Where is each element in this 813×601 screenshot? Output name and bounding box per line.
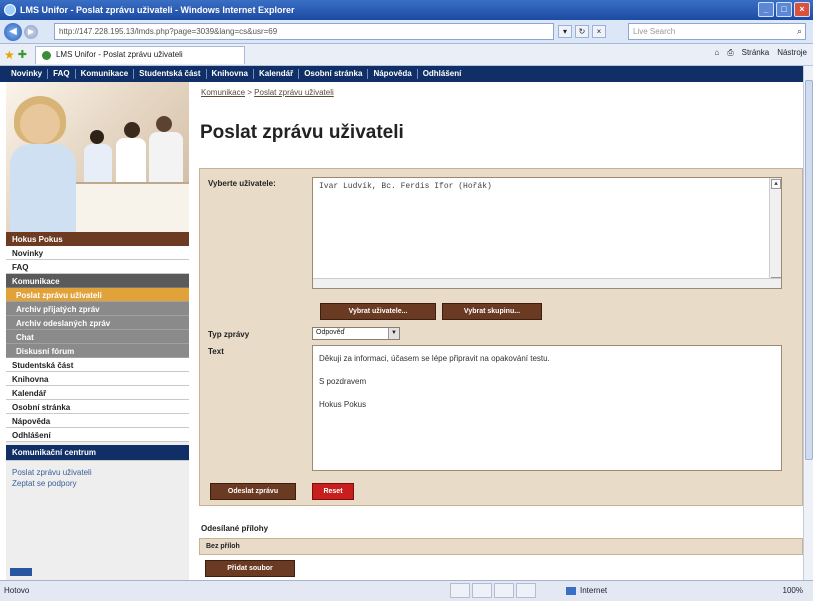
user-name: Hokus Pokus bbox=[6, 232, 189, 246]
window-title: LMS Unifor - Poslat zprávu uživateli - W… bbox=[20, 5, 295, 15]
sidebar-item[interactable]: Studentská část bbox=[6, 358, 189, 372]
site-nav: Novinky FAQ Komunikace Studentská část K… bbox=[0, 66, 813, 82]
add-attachment-button[interactable]: Přidat soubor bbox=[205, 560, 295, 577]
nav-logout[interactable]: Odhlášení bbox=[418, 69, 467, 79]
nav-communication[interactable]: Komunikace bbox=[76, 69, 135, 79]
sidebar-item[interactable]: Diskusní fórum bbox=[6, 344, 189, 358]
sidebar-menu: Novinky FAQ Komunikace Poslat zprávu uživat… bbox=[6, 246, 189, 442]
sidebar-item[interactable]: Archiv přijatých zpráv bbox=[6, 302, 189, 316]
attachments-empty: Bez příloh bbox=[199, 538, 803, 555]
recipients-scrollbar[interactable]: ▲ ▼ bbox=[769, 178, 781, 288]
close-icon[interactable]: × bbox=[794, 2, 810, 17]
address-actions: ▾ ↻ × bbox=[558, 25, 606, 38]
header-photo bbox=[6, 82, 189, 232]
window-controls: _ □ × bbox=[758, 2, 810, 17]
minimize-icon[interactable]: _ bbox=[758, 2, 774, 17]
message-type-select[interactable]: Odpověď ▼ bbox=[312, 327, 400, 340]
comm-center-title: Komunikační centrum bbox=[6, 445, 189, 461]
status-text: Hotovo bbox=[4, 586, 30, 595]
search-input[interactable]: Live Search ⌕ bbox=[628, 23, 806, 40]
print-icon[interactable]: ⎙ bbox=[727, 48, 733, 58]
command-bar: ⌂ ⎙ Stránka Nástroje bbox=[714, 48, 807, 58]
refresh-icon[interactable]: ↻ bbox=[575, 25, 589, 38]
tab-bar: ★ ✚ LMS Unifor - Poslat zprávu uživateli… bbox=[0, 44, 813, 66]
nav-student[interactable]: Studentská část bbox=[134, 69, 207, 79]
recipients-label: Vyberte uživatele: bbox=[208, 179, 276, 188]
select-group-button[interactable]: Vybrat skupinu... bbox=[442, 303, 542, 320]
message-form: Vyberte uživatele: Ivar Ludvík, Bc. Ferd… bbox=[199, 168, 803, 506]
sidebar-item[interactable]: Chat bbox=[6, 330, 189, 344]
text-label: Text bbox=[208, 347, 224, 356]
address-input[interactable]: http://147.228.195.13/lmds.php?page=3039… bbox=[54, 23, 554, 40]
page-menu[interactable]: Stránka bbox=[742, 48, 770, 58]
maximize-icon[interactable]: □ bbox=[776, 2, 792, 17]
ie-icon bbox=[4, 4, 16, 16]
breadcrumb: Komunikace > Poslat zprávu uživateli bbox=[201, 88, 334, 97]
status-bar: Hotovo Internet 100% bbox=[0, 580, 813, 601]
sidebar-item[interactable]: Kalendář bbox=[6, 386, 189, 400]
back-button[interactable]: ◀ bbox=[4, 22, 22, 41]
forward-button[interactable]: ▶ bbox=[24, 24, 38, 39]
page-title: Poslat zprávu uživateli bbox=[200, 122, 404, 143]
sidebar-item[interactable]: Knihovna bbox=[6, 372, 189, 386]
message-line: S pozdravem bbox=[319, 377, 367, 386]
sidebar-item[interactable]: Archiv odeslaných zpráv bbox=[6, 316, 189, 330]
reset-button[interactable]: Reset bbox=[312, 483, 354, 500]
window-titlebar: LMS Unifor - Poslat zprávu uživateli - W… bbox=[0, 0, 813, 20]
sidebar-item[interactable]: Nápověda bbox=[6, 414, 189, 428]
sidebar-item[interactable]: Komunikace bbox=[6, 274, 189, 288]
globe-icon bbox=[566, 586, 576, 595]
comm-center-links: Poslat zprávu uživateli Zeptat se podpor… bbox=[6, 461, 189, 495]
nav-help[interactable]: Nápověda bbox=[368, 69, 418, 79]
message-type-value: Odpověď bbox=[316, 329, 345, 336]
add-favorite-icon[interactable]: ✚ bbox=[18, 48, 27, 61]
favorites-star-icon[interactable]: ★ bbox=[4, 48, 15, 62]
zone-label: Internet bbox=[580, 586, 608, 595]
compat-icon[interactable]: ▾ bbox=[558, 25, 572, 38]
recipients-field[interactable]: Ivar Ludvík, Bc. Ferdis Ifor (Hořák) ▲ ▼ bbox=[312, 177, 782, 289]
sidebar-item[interactable]: Novinky bbox=[6, 246, 189, 260]
message-line: Hokus Pokus bbox=[319, 400, 367, 409]
nav-news[interactable]: Novinky bbox=[6, 69, 49, 79]
comm-link-ask-support[interactable]: Zeptat se podpory bbox=[12, 478, 183, 489]
security-zone: Internet bbox=[566, 586, 607, 595]
main-content: Komunikace > Poslat zprávu uživateli Pos… bbox=[189, 82, 813, 580]
recipients-hscrollbar[interactable] bbox=[313, 278, 781, 288]
message-line: Děkuji za informaci, účasem se lépe přip… bbox=[319, 354, 550, 363]
search-placeholder: Live Search bbox=[633, 27, 676, 36]
search-icon[interactable]: ⌕ bbox=[797, 26, 802, 37]
select-users-button[interactable]: Vybrat uživatele... bbox=[320, 303, 436, 320]
nav-faq[interactable]: FAQ bbox=[48, 69, 76, 79]
scroll-up-icon[interactable]: ▲ bbox=[771, 179, 781, 189]
nav-library[interactable]: Knihovna bbox=[207, 69, 254, 79]
breadcrumb-current[interactable]: Poslat zprávu uživateli bbox=[254, 88, 334, 97]
status-cells bbox=[450, 583, 536, 598]
sidebar: Hokus Pokus Novinky FAQ Komunikace Poslat z… bbox=[6, 82, 189, 580]
comm-link-send-message[interactable]: Poslat zprávu uživateli bbox=[12, 467, 183, 478]
page-scrollbar-thumb[interactable] bbox=[805, 80, 813, 460]
sidebar-item[interactable]: Osobní stránka bbox=[6, 400, 189, 414]
attachments-title: Odesílané přílohy bbox=[201, 524, 269, 533]
send-button[interactable]: Odeslat zprávu bbox=[210, 483, 296, 500]
zoom-level[interactable]: 100% bbox=[783, 586, 803, 595]
stop-icon[interactable]: × bbox=[592, 25, 606, 38]
sidebar-item[interactable]: FAQ bbox=[6, 260, 189, 274]
address-toolbar: ◀ ▶ http://147.228.195.13/lmds.php?page=… bbox=[0, 20, 813, 44]
home-icon[interactable]: ⌂ bbox=[714, 48, 719, 58]
breadcrumb-communication[interactable]: Komunikace bbox=[201, 88, 245, 97]
tools-menu[interactable]: Nástroje bbox=[777, 48, 807, 58]
recipients-value: Ivar Ludvík, Bc. Ferdis Ifor (Hořák) bbox=[319, 182, 492, 191]
sidebar-item[interactable]: Odhlášení bbox=[6, 428, 189, 442]
nav-calendar[interactable]: Kalendář bbox=[254, 69, 300, 79]
sidebar-item[interactable]: Poslat zprávu uživateli bbox=[6, 288, 189, 302]
nav-personal[interactable]: Osobní stránka bbox=[299, 69, 369, 79]
type-label: Typ zprávy bbox=[208, 330, 250, 339]
logo-icon bbox=[10, 568, 32, 576]
breadcrumb-separator: > bbox=[245, 88, 255, 97]
browser-tab[interactable]: LMS Unifor - Poslat zprávu uživateli bbox=[34, 45, 245, 64]
page-scrollbar[interactable] bbox=[803, 66, 813, 580]
message-textarea[interactable]: Děkuji za informaci, účasem se lépe přip… bbox=[312, 345, 782, 471]
chevron-down-icon: ▼ bbox=[388, 328, 399, 339]
